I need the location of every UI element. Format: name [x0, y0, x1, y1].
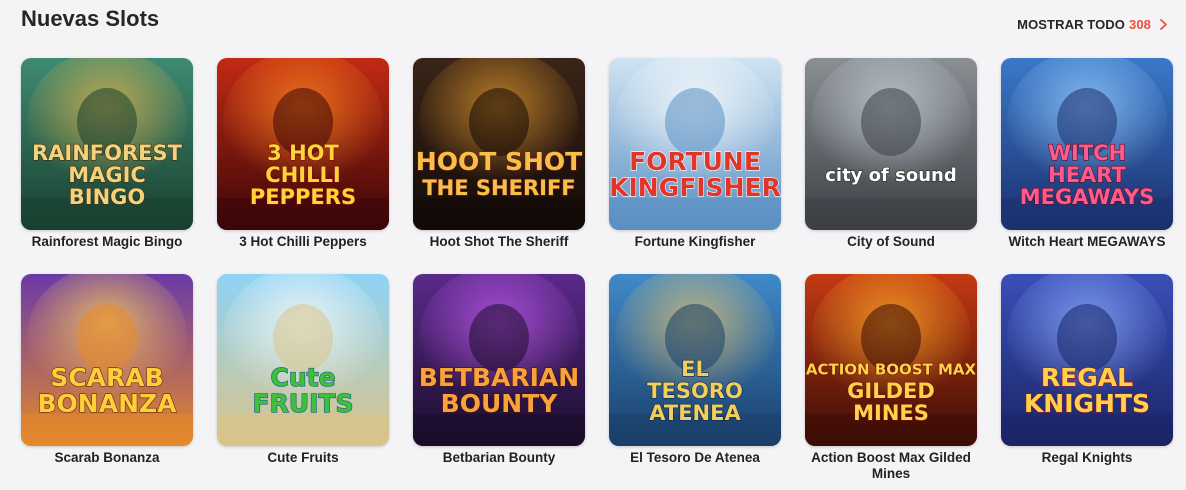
- section-header: Nuevas Slots MOSTRAR TODO 308: [20, 0, 1170, 40]
- game-logo-text: city of sound: [825, 165, 957, 186]
- game-thumbnail[interactable]: ACTION BOOST MAX GILDED MINES: [805, 274, 977, 446]
- game-card[interactable]: ACTION BOOST MAX GILDED MINES Action Boost …: [805, 274, 977, 490]
- game-logo-text: ATENEA: [649, 401, 741, 425]
- game-logo-text: REGAL: [1041, 363, 1133, 392]
- chevron-right-icon: [1160, 19, 1167, 30]
- game-card[interactable]: RAINFOREST MAGIC BINGO Rainforest Magic Bin…: [21, 58, 193, 274]
- game-title[interactable]: Action Boost Max Gilded Mines: [805, 450, 977, 482]
- game-card[interactable]: Cute FRUITS Cute Fruits: [217, 274, 389, 490]
- game-card[interactable]: city of sound City of Sound: [805, 58, 977, 274]
- game-thumbnail[interactable]: REGAL KNIGHTS: [1001, 274, 1173, 446]
- game-thumbnail[interactable]: 3 HOT CHILLI PEPPERS: [217, 58, 389, 230]
- game-artwork: SCARABBONANZA: [21, 274, 193, 446]
- game-logo-text: KINGFISHER: [609, 173, 781, 202]
- game-artwork: ACTION BOOST MAXGILDEDMINES: [805, 274, 977, 446]
- game-artwork: WITCHHEARTMEGAWAYS: [1001, 58, 1173, 230]
- game-artwork: REGALKNIGHTS: [1001, 274, 1173, 446]
- game-thumbnail[interactable]: city of sound: [805, 58, 977, 230]
- game-artwork: RAINFORESTMAGICBINGO: [21, 58, 193, 230]
- game-thumbnail[interactable]: Cute FRUITS: [217, 274, 389, 446]
- game-title[interactable]: Fortune Kingfisher: [609, 234, 781, 250]
- game-artwork: city of sound: [805, 58, 977, 230]
- game-thumbnail[interactable]: EL TESORO ATENEA: [609, 274, 781, 446]
- game-logo-text: MAGIC: [68, 163, 146, 187]
- game-logo-text: Cute: [270, 363, 335, 392]
- game-artwork: HOOT SHOTTHE SHERIFF: [413, 58, 585, 230]
- game-artwork: BETBARIANBOUNTY: [413, 274, 585, 446]
- section-title: Nuevas Slots: [21, 6, 160, 31]
- game-logo-text: FORTUNE: [629, 147, 761, 176]
- game-card[interactable]: REGAL KNIGHTS Regal Knights: [1001, 274, 1173, 490]
- game-logo-text: BINGO: [69, 185, 145, 209]
- game-logo-text: GILDED: [847, 379, 935, 403]
- game-logo-text: EL: [681, 357, 709, 381]
- game-logo-text: BETBARIAN: [419, 363, 579, 392]
- game-title[interactable]: Rainforest Magic Bingo: [21, 234, 193, 250]
- game-logo-text: MEGAWAYS: [1020, 185, 1155, 209]
- game-artwork: ELTESOROATENEA: [609, 274, 781, 446]
- game-thumbnail[interactable]: BETBARIAN BOUNTY: [413, 274, 585, 446]
- game-artwork: CuteFRUITS: [217, 274, 389, 446]
- game-logo-text: FRUITS: [253, 389, 354, 418]
- game-logo-text: CHILLI: [265, 163, 340, 187]
- game-logo-text: WITCH: [1048, 141, 1126, 165]
- game-artwork: FORTUNEKINGFISHER: [609, 58, 781, 230]
- game-card[interactable]: SCARAB BONANZA Scarab Bonanza: [21, 274, 193, 490]
- games-grid: RAINFOREST MAGIC BINGO Rainforest Magic Bin…: [21, 58, 1173, 490]
- game-logo-text: 3 HOT: [267, 141, 339, 165]
- game-title[interactable]: Hoot Shot The Sheriff: [413, 234, 585, 250]
- game-logo-text: MINES: [853, 401, 929, 425]
- game-title[interactable]: Regal Knights: [1001, 450, 1173, 466]
- game-logo-text: THE SHERIFF: [422, 176, 575, 200]
- game-title[interactable]: Witch Heart MEGAWAYS: [1001, 234, 1173, 250]
- game-title[interactable]: Cute Fruits: [217, 450, 389, 466]
- game-card[interactable]: BETBARIAN BOUNTY Betbarian Bounty: [413, 274, 585, 490]
- game-title[interactable]: City of Sound: [805, 234, 977, 250]
- game-logo-text: HOOT SHOT: [416, 147, 582, 176]
- game-title[interactable]: 3 Hot Chilli Peppers: [217, 234, 389, 250]
- game-card[interactable]: FORTUNE KINGFISHER Fortune Kingfisher: [609, 58, 781, 274]
- game-logo-text: HEART: [1048, 163, 1126, 187]
- show-all-link[interactable]: MOSTRAR TODO 308: [1017, 17, 1170, 32]
- game-logo-text: TESORO: [647, 379, 743, 403]
- game-title[interactable]: El Tesoro De Atenea: [609, 450, 781, 466]
- game-thumbnail[interactable]: HOOT SHOT THE SHERIFF: [413, 58, 585, 230]
- game-count: 308: [1129, 17, 1151, 32]
- game-logo-text: PEPPERS: [250, 185, 356, 209]
- game-title[interactable]: Scarab Bonanza: [21, 450, 193, 466]
- game-thumbnail[interactable]: SCARAB BONANZA: [21, 274, 193, 446]
- game-card[interactable]: EL TESORO ATENEA El Tesoro De Atenea: [609, 274, 781, 490]
- game-logo-text: RAINFOREST: [32, 141, 183, 165]
- game-thumbnail[interactable]: FORTUNE KINGFISHER: [609, 58, 781, 230]
- game-logo-text: KNIGHTS: [1024, 389, 1150, 418]
- game-card[interactable]: WITCH HEART MEGAWAYS Witch Heart MEGAWAYS: [1001, 58, 1173, 274]
- game-card[interactable]: 3 HOT CHILLI PEPPERS 3 Hot Chilli Peppers: [217, 58, 389, 274]
- show-all-label: MOSTRAR TODO: [1017, 17, 1125, 32]
- game-artwork: 3 HOTCHILLIPEPPERS: [217, 58, 389, 230]
- game-thumbnail[interactable]: RAINFOREST MAGIC BINGO: [21, 58, 193, 230]
- game-logo-text: BONANZA: [38, 389, 178, 418]
- game-thumbnail[interactable]: WITCH HEART MEGAWAYS: [1001, 58, 1173, 230]
- game-title[interactable]: Betbarian Bounty: [413, 450, 585, 466]
- game-logo-text: BOUNTY: [441, 389, 559, 418]
- game-card[interactable]: HOOT SHOT THE SHERIFF Hoot Shot The Sherif…: [413, 58, 585, 274]
- game-logo-text: SCARAB: [50, 363, 163, 392]
- game-logo-text: ACTION BOOST MAX: [806, 361, 977, 379]
